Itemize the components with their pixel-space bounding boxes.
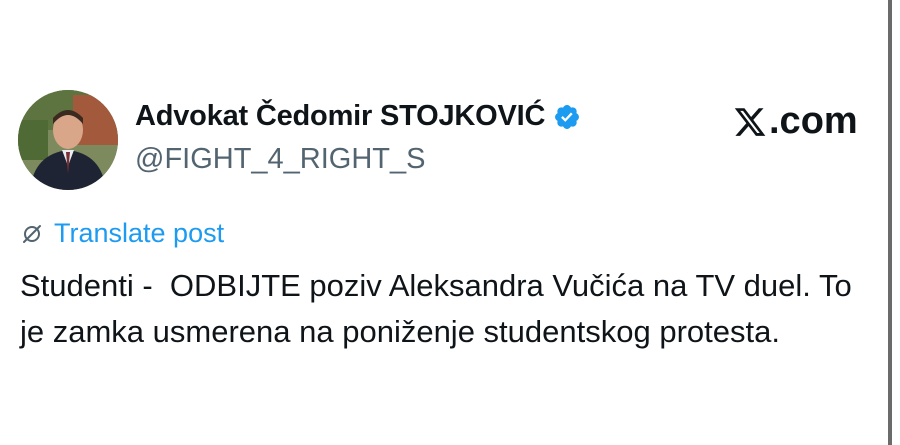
brand-domain-label: .com (769, 100, 858, 142)
avatar[interactable] (18, 90, 118, 190)
author-display-name[interactable]: Advokat Čedomir STOJKOVIĆ (135, 100, 545, 133)
translate-post-button[interactable]: Translate post (20, 218, 224, 249)
translate-post-label[interactable]: Translate post (54, 218, 224, 249)
avatar-image (18, 90, 118, 190)
verified-badge-icon (553, 103, 581, 131)
author-name-row[interactable]: Advokat Čedomir STOJKOVIĆ (135, 100, 581, 133)
translate-icon (20, 222, 44, 246)
right-edge-border (888, 0, 892, 445)
post-text: Studenti - ODBIJTE poziv Aleksandra Vuči… (20, 268, 861, 349)
author-handle[interactable]: @FIGHT_4_RIGHT_S (135, 143, 426, 176)
x-logo-icon (733, 105, 767, 139)
x-brand: .com (733, 100, 858, 143)
